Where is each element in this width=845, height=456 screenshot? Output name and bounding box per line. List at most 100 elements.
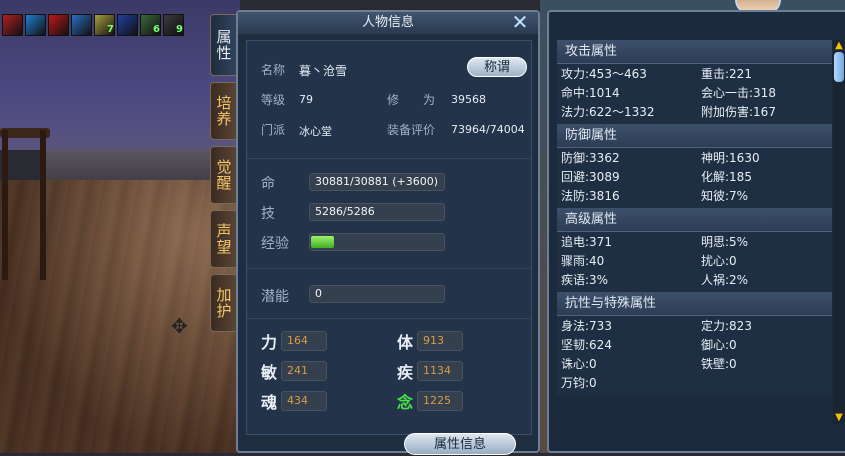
- attribute-row: 重击:221: [701, 67, 752, 81]
- side-tabs: 属性培养觉醒声望加护: [210, 14, 238, 338]
- potential-section: 潜能 0: [247, 269, 531, 319]
- attribute-group-rows: 身法:733 定力:823 坚韧:624 御心:0 诛心:0 铁壁:0 万钧:0: [557, 316, 832, 395]
- sect-value: 冰心堂: [299, 125, 332, 138]
- attributes-list[interactable]: 攻击属性攻力:453～463 重击:221 命中:1014 会心一击:318 法力:62…: [557, 40, 832, 424]
- level-label: 等级: [261, 93, 286, 107]
- attribute-row: 攻力:453～463: [561, 67, 647, 81]
- attribute-row: 疾语:3%: [561, 273, 609, 287]
- stat-label: 体: [397, 333, 414, 352]
- attribute-info-button[interactable]: 属性信息: [404, 433, 516, 455]
- stat-label: 敏: [261, 363, 278, 382]
- attribute-row: 防御:3362: [561, 151, 620, 165]
- title-button[interactable]: 称谓: [467, 57, 527, 77]
- panel-title: 人物信息: [238, 12, 538, 34]
- attribute-row: 御心:0: [701, 338, 737, 352]
- attribute-row: 扰心:0: [701, 254, 737, 268]
- attribute-row: 追电:371: [561, 235, 612, 249]
- attribute-row: 神明:1630: [701, 151, 760, 165]
- vip-icon[interactable]: 7: [94, 14, 115, 36]
- exp-fill: [311, 236, 334, 248]
- stat-value: 434: [281, 391, 327, 411]
- blue-wave-icon[interactable]: [25, 14, 46, 36]
- sect-label: 门派: [261, 123, 286, 137]
- stat-label: 魂: [261, 393, 278, 412]
- buff-count: 6: [153, 24, 160, 35]
- stat-label: 力: [261, 333, 278, 352]
- cultivation-label: 修 为: [387, 93, 436, 107]
- potential-label: 潜能: [261, 289, 289, 305]
- attribute-row: 知彼:7%: [701, 189, 749, 203]
- scene-stand: [2, 130, 46, 280]
- attribute-row: 身法:733: [561, 319, 612, 333]
- red-orb-icon[interactable]: [48, 14, 69, 36]
- attribute-row: 人祸:2%: [701, 273, 749, 287]
- attribute-row: [701, 374, 832, 393]
- scroll-thumb[interactable]: [834, 52, 844, 82]
- move-cursor-icon: ✥: [171, 314, 188, 338]
- character-info-panel: 人物信息 ✕ 名称 暮丶沧雪 称谓 等级 79 修 为 39568 门派 冰心堂…: [236, 10, 540, 455]
- attribute-group-header: 抗性与特殊属性: [557, 292, 832, 316]
- stat-value: 1225: [417, 391, 463, 411]
- panel-inner: 名称 暮丶沧雪 称谓 等级 79 修 为 39568 门派 冰心堂 装备评价 7…: [246, 40, 532, 435]
- attribute-row: 骤雨:40: [561, 254, 605, 268]
- attribute-row: 明思:5%: [701, 235, 749, 249]
- scroll-down-icon[interactable]: ▼: [833, 412, 845, 424]
- name-value: 暮丶沧雪: [299, 64, 348, 78]
- scroll-up-icon[interactable]: ▲: [833, 40, 845, 52]
- attribute-row: 坚韧:624: [561, 338, 612, 352]
- stat-value: 1134: [417, 361, 463, 381]
- red-mask-icon[interactable]: [2, 14, 23, 36]
- tab-1[interactable]: 培养: [210, 82, 238, 140]
- cross-sword-icon[interactable]: [71, 14, 92, 36]
- green-wings-icon[interactable]: 6: [140, 14, 161, 36]
- attribute-row: 化解:185: [701, 170, 752, 184]
- attribute-row: 回避:3089: [561, 170, 620, 184]
- stat-value: 913: [417, 331, 463, 351]
- tab-3[interactable]: 声望: [210, 210, 238, 268]
- attributes-scrollbar[interactable]: ▲ ▼: [833, 40, 845, 424]
- name-label: 名称: [261, 63, 286, 77]
- attribute-group-rows: 防御:3362 神明:1630 回避:3089 化解:185 法防:3816 知彼:7%: [557, 148, 832, 208]
- tab-4[interactable]: 加护: [210, 274, 238, 332]
- green-gem-icon[interactable]: 9: [163, 14, 184, 36]
- stat-label: 念: [397, 393, 414, 412]
- attribute-row: 法力:622～1332: [561, 105, 655, 119]
- attribute-group-header: 高级属性: [557, 208, 832, 232]
- attribute-row: 铁壁:0: [701, 357, 737, 371]
- attribute-group-rows: 攻力:453～463 重击:221 命中:1014 会心一击:318 法力:622～13…: [557, 64, 832, 124]
- hp-label: 命: [261, 176, 275, 192]
- tab-0[interactable]: 属性: [210, 14, 238, 76]
- attribute-row: 定力:823: [701, 319, 752, 333]
- attributes-panel: 攻击属性攻力:453～463 重击:221 命中:1014 会心一击:318 法力:62…: [547, 10, 845, 453]
- exp-bar: [309, 233, 445, 251]
- attribute-row: 会心一击:318: [701, 86, 776, 100]
- blue-sigil-icon[interactable]: [117, 14, 138, 36]
- basic-info-section: 名称 暮丶沧雪 称谓 等级 79 修 为 39568 门派 冰心堂 装备评价 7…: [247, 41, 531, 159]
- gear-score-label: 装备评价: [387, 123, 436, 137]
- hp-bar: 30881/30881 (+3600): [309, 173, 445, 191]
- stat-value: 241: [281, 361, 327, 381]
- vitals-section: 命 30881/30881 (+3600) 技 5286/5286 经验: [247, 159, 531, 269]
- buff-bar: 7 6 9: [2, 14, 184, 36]
- potential-bar: 0: [309, 285, 445, 303]
- level-value: 79: [299, 93, 313, 106]
- stat-value: 164: [281, 331, 327, 351]
- attribute-row: 法防:3816: [561, 189, 620, 203]
- tab-2[interactable]: 觉醒: [210, 146, 238, 204]
- attribute-row: 诛心:0: [561, 357, 597, 371]
- attribute-row: 万钧:0: [561, 376, 597, 390]
- exp-label: 经验: [261, 236, 289, 252]
- buff-count: 9: [176, 24, 183, 35]
- mp-bar: 5286/5286: [309, 203, 445, 221]
- cultivation-value: 39568: [451, 93, 486, 106]
- attribute-group-header: 攻击属性: [557, 40, 832, 64]
- attribute-group-header: 防御属性: [557, 124, 832, 148]
- attribute-row: 附加伤害:167: [701, 105, 776, 119]
- attribute-row: 命中:1014: [561, 86, 620, 100]
- gear-score-value: 73964/74004: [451, 123, 525, 136]
- mp-label: 技: [261, 206, 275, 222]
- buff-count: 7: [107, 24, 114, 35]
- stat-label: 疾: [397, 363, 414, 382]
- attribute-group-rows: 追电:371 明思:5% 骤雨:40 扰心:0 疾语:3% 人祸:2%: [557, 232, 832, 292]
- close-icon[interactable]: ✕: [510, 12, 530, 32]
